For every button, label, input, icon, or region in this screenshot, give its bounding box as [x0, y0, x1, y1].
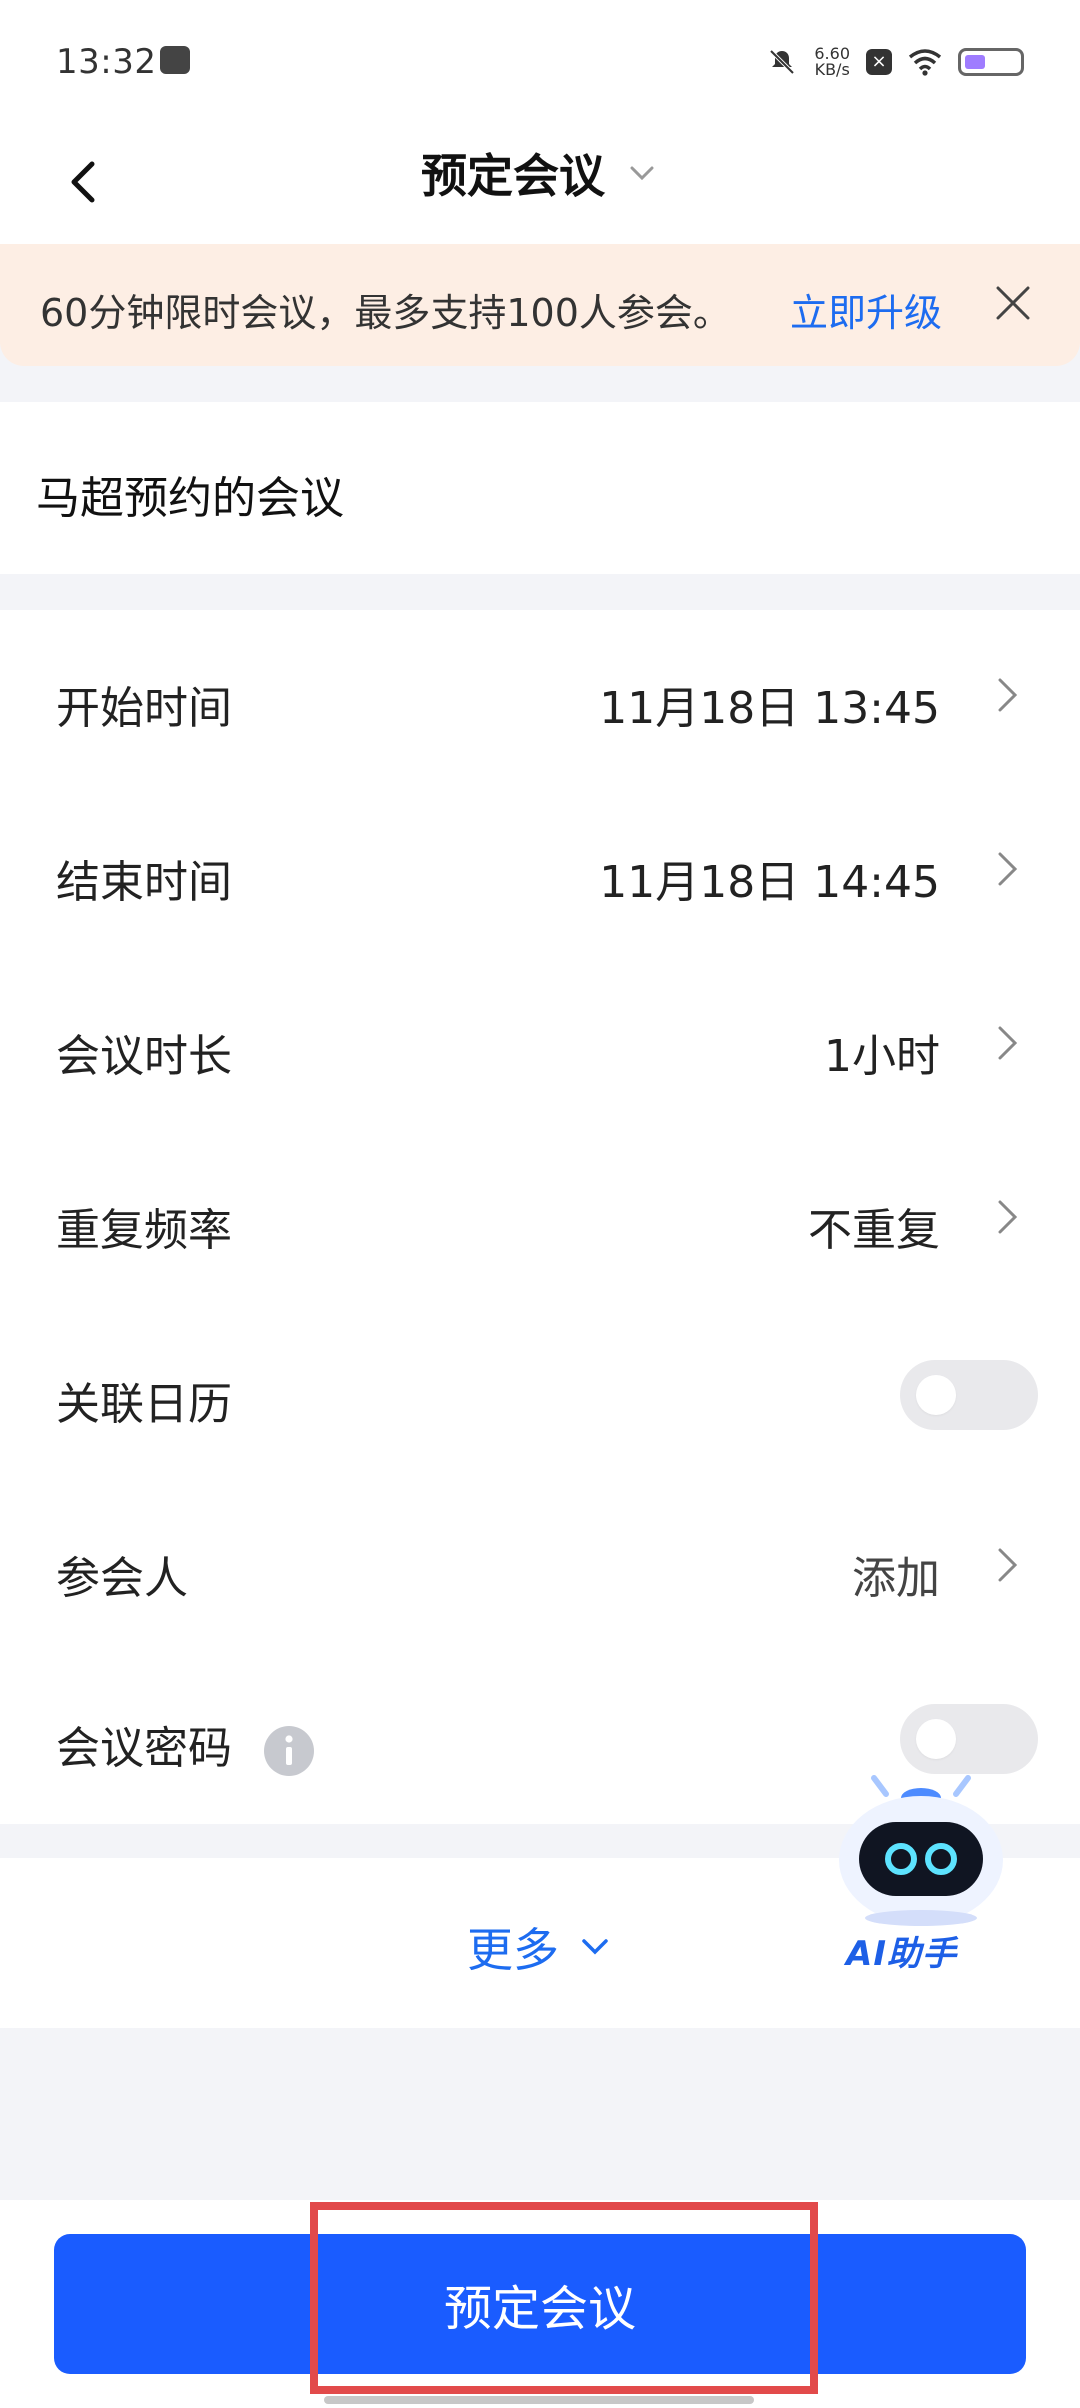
row-value: 11月18日 14:45 [599, 857, 940, 908]
more-label: 更多 [467, 1923, 559, 1977]
row-label: 结束时间 [56, 857, 232, 908]
chevron-down-icon [630, 166, 654, 181]
row-label: 重复频率 [56, 1205, 232, 1256]
ai-assistant-button[interactable]: AI助手 [826, 1760, 1016, 1980]
row-label: 会议时长 [56, 1031, 232, 1082]
chevron-right-icon [998, 852, 1018, 886]
row-label: 开始时间 [56, 683, 232, 734]
message-notification-icon [160, 46, 190, 74]
info-icon[interactable] [262, 1724, 316, 1778]
app-header: 预定会议 [0, 126, 1080, 246]
schedule-meeting-button[interactable]: 预定会议 [54, 2234, 1026, 2374]
duration-row[interactable]: 会议时长 1小时 [0, 958, 1080, 1132]
status-time: 13:32 [56, 42, 157, 82]
row-value: 添加 [852, 1553, 940, 1604]
battery-icon [958, 48, 1024, 76]
app-notification-icon: × [866, 49, 892, 75]
home-indicator[interactable] [324, 2396, 754, 2404]
meeting-settings: 开始时间 11月18日 13:45 结束时间 11月18日 14:45 会议时长… [0, 610, 1080, 1824]
row-label: 关联日历 [56, 1379, 232, 1430]
upgrade-banner: 60分钟限时会议，最多支持100人参会。 立即升级 [0, 244, 1080, 366]
network-speed: 6.60 KB/s [814, 46, 850, 78]
title-selector[interactable]: 预定会议 [0, 140, 1080, 206]
row-label: 参会人 [56, 1553, 188, 1604]
wifi-icon [908, 49, 942, 76]
chevron-right-icon [998, 1200, 1018, 1234]
chevron-right-icon [998, 1026, 1018, 1060]
calendar-toggle[interactable] [900, 1360, 1038, 1430]
upgrade-link[interactable]: 立即升级 [790, 282, 942, 337]
start-time-row[interactable]: 开始时间 11月18日 13:45 [0, 610, 1080, 784]
password-label-wrap: 会议密码 [56, 1712, 316, 1778]
mute-bell-icon [769, 49, 795, 75]
chevron-right-icon [998, 1548, 1018, 1582]
status-bar: 13:32 6.60 KB/s × [0, 0, 1080, 126]
network-speed-unit: KB/s [814, 60, 850, 79]
row-value: 1小时 [824, 1031, 940, 1082]
chevron-down-icon [582, 1939, 608, 1955]
row-label: 会议密码 [56, 1723, 232, 1774]
calendar-row: 关联日历 [0, 1306, 1080, 1480]
participants-row[interactable]: 参会人 添加 [0, 1480, 1080, 1654]
repeat-row[interactable]: 重复频率 不重复 [0, 1132, 1080, 1306]
robot-icon [839, 1775, 1003, 1926]
end-time-row[interactable]: 结束时间 11月18日 14:45 [0, 784, 1080, 958]
close-icon[interactable] [986, 276, 1040, 330]
meeting-name-field[interactable]: 马超预约的会议 [0, 402, 1080, 574]
chevron-right-icon [998, 678, 1018, 712]
banner-message: 60分钟限时会议，最多支持100人参会。 [40, 291, 731, 335]
meeting-name-value: 马超预约的会议 [36, 473, 344, 524]
page-title: 预定会议 [421, 149, 605, 203]
bottom-action-bar: 预定会议 [0, 2200, 1080, 2408]
row-value: 11月18日 13:45 [599, 683, 940, 734]
status-icons: 6.60 KB/s × [766, 42, 1024, 82]
row-value: 不重复 [808, 1205, 940, 1256]
ai-assistant-label: AI助手 [846, 1934, 957, 1974]
